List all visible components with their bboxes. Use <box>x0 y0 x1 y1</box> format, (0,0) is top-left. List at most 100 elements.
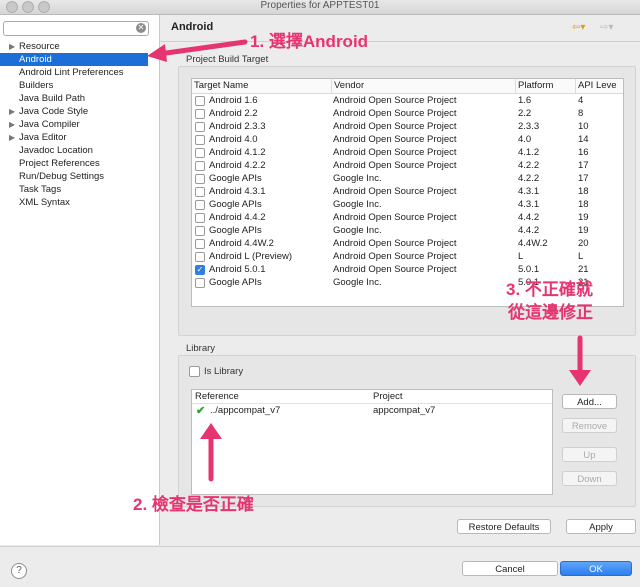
cell-name: Google APIs <box>209 173 262 184</box>
cell-api: 18 <box>578 186 589 197</box>
target-checkbox[interactable] <box>195 187 205 197</box>
cell-vendor: Android Open Source Project <box>333 160 457 171</box>
target-checkbox[interactable] <box>195 174 205 184</box>
target-checkbox[interactable] <box>195 161 205 171</box>
target-checkbox[interactable] <box>195 148 205 158</box>
forward-arrow-icon[interactable]: ⇨▾ <box>600 22 613 33</box>
column-reference[interactable]: Reference <box>195 390 239 403</box>
is-library-checkbox[interactable] <box>189 366 200 377</box>
arrow-step-1 <box>147 39 248 62</box>
down-button[interactable]: Down <box>562 471 617 486</box>
sidebar-item[interactable]: ▶ Java Code Style <box>0 105 159 118</box>
column-api-level[interactable]: API Leve <box>576 79 623 93</box>
table-row[interactable]: Android 4.1.2 Android Open Source Project… <box>192 146 623 159</box>
target-checkbox[interactable] <box>195 109 205 119</box>
cell-vendor: Google Inc. <box>333 173 382 184</box>
sidebar-item[interactable]: Builders <box>0 79 159 92</box>
clear-filter-icon[interactable]: ✕ <box>136 23 146 33</box>
restore-defaults-button[interactable]: Restore Defaults <box>457 519 551 534</box>
cell-vendor: Android Open Source Project <box>333 121 457 132</box>
remove-button[interactable]: Remove <box>562 418 617 433</box>
table-row[interactable]: Android 4.3.1 Android Open Source Project… <box>192 185 623 198</box>
target-checkbox[interactable] <box>195 122 205 132</box>
cell-vendor: Google Inc. <box>333 277 382 288</box>
table-row[interactable]: Android 4.4W.2 Android Open Source Projec… <box>192 237 623 250</box>
table-row[interactable]: Android 2.2 Android Open Source Project 2.… <box>192 107 623 120</box>
target-checkbox[interactable] <box>195 252 205 262</box>
table-header: Target Name Vendor Platform API Leve <box>192 79 623 94</box>
sidebar-item-label: Project References <box>19 158 100 169</box>
sidebar-item[interactable]: ▶ Resource <box>0 40 159 53</box>
cell-platform: 4.4.2 <box>518 212 540 223</box>
table-row[interactable]: Android 1.6 Android Open Source Project 1.… <box>192 94 623 107</box>
target-checkbox[interactable] <box>195 239 205 249</box>
cell-vendor: Android Open Source Project <box>333 95 457 106</box>
expand-triangle-icon[interactable]: ▶ <box>9 118 15 131</box>
up-button[interactable]: Up <box>562 447 617 462</box>
sidebar-item[interactable]: Javadoc Location <box>0 144 159 157</box>
cell-platform: 4.2.2 <box>518 173 540 184</box>
cell-vendor: Android Open Source Project <box>333 212 457 223</box>
sidebar-item[interactable]: Java Build Path <box>0 92 159 105</box>
page-title: Android <box>171 21 214 33</box>
preference-tree: ▶ Resource Android Android Lint Preferences… <box>0 40 159 209</box>
target-checkbox[interactable] <box>195 96 205 106</box>
cell-name: Google APIs <box>209 225 262 236</box>
sidebar-item[interactable]: ▶ Java Compiler <box>0 118 159 131</box>
window-title: Properties for APPTEST01 <box>260 0 380 11</box>
cell-name: Google APIs <box>209 277 262 288</box>
expand-triangle-icon[interactable]: ▶ <box>9 40 15 53</box>
column-vendor[interactable]: Vendor <box>332 79 516 93</box>
cell-vendor: Google Inc. <box>333 199 382 210</box>
cell-platform: 4.3.1 <box>518 186 540 197</box>
annotation-step-2: 2. 檢查是否正確 <box>133 495 254 514</box>
add-button[interactable]: Add... <box>562 394 617 409</box>
sidebar-item[interactable]: Run/Debug Settings <box>0 170 159 183</box>
target-checkbox[interactable] <box>195 213 205 223</box>
target-checkbox[interactable] <box>195 226 205 236</box>
sidebar-item-label: Run/Debug Settings <box>19 171 105 182</box>
help-icon[interactable]: ? <box>11 563 27 579</box>
sidebar-item-label: Javadoc Location <box>19 145 93 156</box>
title-bar: Properties for APPTEST01 <box>0 0 640 15</box>
column-project[interactable]: Project <box>373 390 403 403</box>
target-checkbox[interactable] <box>195 200 205 210</box>
sidebar-item[interactable]: ▶ Java Editor <box>0 131 159 144</box>
column-platform[interactable]: Platform <box>516 79 576 93</box>
target-checkbox[interactable] <box>195 135 205 145</box>
sidebar-item-label: XML Syntax <box>19 197 70 208</box>
cell-platform: 1.6 <box>518 95 532 106</box>
cell-name: Android L (Preview) <box>209 251 293 262</box>
sidebar-item[interactable]: Task Tags <box>0 183 159 196</box>
expand-triangle-icon[interactable]: ▶ <box>9 131 15 144</box>
back-arrow-icon[interactable]: ⇦▾ <box>572 22 585 33</box>
project-name: appcompat_v7 <box>373 405 436 416</box>
table-row[interactable]: Android L (Preview) Android Open Source P… <box>192 250 623 263</box>
table-row[interactable]: Google APIs Google Inc. 4.4.2 19 <box>192 224 623 237</box>
sidebar-item[interactable]: Android <box>0 53 148 66</box>
apply-button[interactable]: Apply <box>566 519 636 534</box>
library-row[interactable]: ✔ ../appcompat_v7 appcompat_v7 <box>192 404 552 418</box>
table-row[interactable]: Android 2.3.3 Android Open Source Project… <box>192 120 623 133</box>
column-target-name[interactable]: Target Name <box>192 79 332 93</box>
target-checkbox[interactable] <box>195 278 205 288</box>
sidebar-item[interactable]: XML Syntax <box>0 196 159 209</box>
is-library-label: Is Library <box>204 366 244 377</box>
filter-input[interactable]: ✕ <box>3 21 149 36</box>
check-icon: ✔ <box>196 405 206 417</box>
library-table: Reference Project ✔ ../appcompat_v7 appc… <box>191 389 553 495</box>
cell-api: 19 <box>578 225 589 236</box>
cancel-button[interactable]: Cancel <box>462 561 558 576</box>
table-row[interactable]: Android 4.2.2 Android Open Source Project… <box>192 159 623 172</box>
table-row[interactable]: Google APIs Google Inc. 4.3.1 18 <box>192 198 623 211</box>
ok-button[interactable]: OK <box>560 561 632 576</box>
sidebar-item[interactable]: Android Lint Preferences <box>0 66 159 79</box>
annotation-step-3-line-2: 從這邊修正 <box>508 303 593 322</box>
table-row[interactable]: Android 4.0 Android Open Source Project 4.… <box>192 133 623 146</box>
expand-triangle-icon[interactable]: ▶ <box>9 105 15 118</box>
table-row[interactable]: Google APIs Google Inc. 4.2.2 17 <box>192 172 623 185</box>
target-checkbox[interactable]: ✓ <box>195 265 205 275</box>
sidebar-item-label: Resource <box>19 41 60 52</box>
table-row[interactable]: Android 4.4.2 Android Open Source Project… <box>192 211 623 224</box>
sidebar-item[interactable]: Project References <box>0 157 159 170</box>
